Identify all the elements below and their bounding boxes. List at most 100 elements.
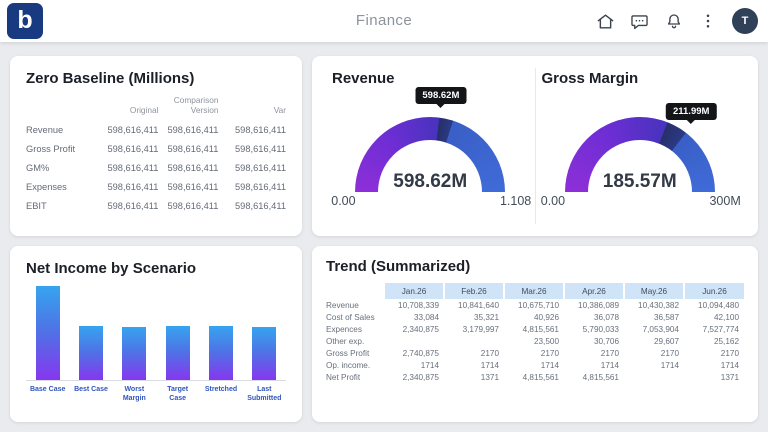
row-label: Expences xyxy=(326,323,384,335)
row-label: Expenses xyxy=(26,177,91,196)
cell-value: 598,616,411 xyxy=(158,177,218,196)
cell-value: 2170 xyxy=(684,347,744,359)
table-row: GM%598,616,411598,616,411598,616,411 xyxy=(26,158,286,177)
cell-value: 1371 xyxy=(444,371,504,383)
user-avatar[interactable]: T xyxy=(732,8,758,34)
scenario-bar[interactable] xyxy=(36,286,60,380)
bar-label: Base Case xyxy=(26,386,69,404)
bar-label: Last Submitted xyxy=(243,386,286,404)
cell-value: 3,179,997 xyxy=(444,323,504,335)
blank-header xyxy=(26,93,91,120)
cell-value: 598,616,411 xyxy=(218,177,286,196)
table-row: Expenses598,616,411598,616,411598,616,41… xyxy=(26,177,286,196)
row-label: Revenue xyxy=(26,120,91,139)
cell-value: 10,708,339 xyxy=(384,299,444,311)
cell-value: 7,527,774 xyxy=(684,323,744,335)
cell-value: 2,340,875 xyxy=(384,323,444,335)
row-label: GM% xyxy=(26,158,91,177)
row-label: Op. income. xyxy=(326,359,384,371)
cell-value: 598,616,411 xyxy=(91,120,159,139)
revenue-gauge-max: 1.108 xyxy=(500,194,531,208)
cell-value: 598,616,411 xyxy=(91,158,159,177)
row-label: EBIT xyxy=(26,196,91,215)
gross-margin-gauge-value: 185.57M xyxy=(565,171,715,193)
table-row: Gross Profit598,616,411598,616,411598,61… xyxy=(26,139,286,158)
table-row: Revenue10,708,33910,841,64010,675,71010,… xyxy=(326,299,744,311)
cell-value: 35,321 xyxy=(444,311,504,323)
scenario-bar[interactable] xyxy=(79,326,103,380)
table-row: Net Profit2,340,87513714,815,5614,815,56… xyxy=(326,371,744,383)
gauges-card: Revenue 598.62M 0.00 1.108 598.62M Gross… xyxy=(312,56,758,236)
cell-value: 598,616,411 xyxy=(218,120,286,139)
trend-table: Jan.26Feb.26Mar.26Apr.26May.26Jun.26 Rev… xyxy=(326,283,744,383)
scenario-bar-chart xyxy=(26,285,286,381)
top-bar: b Finance T xyxy=(0,0,768,42)
cell-value: 1714 xyxy=(624,359,684,371)
board-logo[interactable]: b xyxy=(7,3,43,39)
row-label: Cost of Sales xyxy=(326,311,384,323)
zero-baseline-header-row: Original Comparison Version Var xyxy=(26,93,286,120)
revenue-gauge-tooltip: 598.62M xyxy=(415,87,466,104)
month-column-header: Jan.26 xyxy=(384,283,444,299)
table-row: EBIT598,616,411598,616,411598,616,411 xyxy=(26,196,286,215)
gross-margin-gauge-panel: Gross Margin 185.57M 0.00 300M 211.99M xyxy=(535,68,745,224)
cell-value: 598,616,411 xyxy=(218,196,286,215)
cell-value: 36,587 xyxy=(624,311,684,323)
blank-header xyxy=(326,283,384,299)
bar-cell xyxy=(243,327,286,380)
cell-value xyxy=(624,371,684,383)
cell-value xyxy=(384,335,444,347)
kebab-menu-icon[interactable] xyxy=(698,12,717,31)
cell-value: 2,740,875 xyxy=(384,347,444,359)
home-icon[interactable] xyxy=(596,12,615,31)
cell-value: 23,500 xyxy=(504,335,564,347)
revenue-gauge-value: 598.62M xyxy=(355,171,505,193)
cell-value: 4,815,561 xyxy=(504,323,564,335)
revenue-gauge-title: Revenue xyxy=(332,70,529,87)
cell-value: 598,616,411 xyxy=(158,158,218,177)
bar-cell xyxy=(26,286,69,380)
bar-cell xyxy=(199,326,242,380)
cell-value: 10,430,382 xyxy=(624,299,684,311)
scenario-bar[interactable] xyxy=(252,327,276,380)
zero-baseline-title: Zero Baseline (Millions) xyxy=(26,70,286,87)
revenue-gauge-min: 0.00 xyxy=(331,194,355,208)
row-label: Net Profit xyxy=(326,371,384,383)
cell-value: 33,084 xyxy=(384,311,444,323)
cell-value: 598,616,411 xyxy=(218,139,286,158)
cell-value: 29,607 xyxy=(624,335,684,347)
month-column-header: Apr.26 xyxy=(564,283,624,299)
scenario-bar[interactable] xyxy=(209,326,233,380)
table-row: Expences2,340,8753,179,9974,815,5615,790… xyxy=(326,323,744,335)
bell-icon[interactable] xyxy=(664,12,683,31)
scenario-axis-labels: Base CaseBest CaseWorst MarginTarget Cas… xyxy=(26,386,286,404)
cell-value: 598,616,411 xyxy=(91,177,159,196)
cell-value: 1714 xyxy=(564,359,624,371)
table-row: Op. income.171417141714171417141714 xyxy=(326,359,744,371)
cell-value: 2170 xyxy=(624,347,684,359)
cell-value: 42,100 xyxy=(684,311,744,323)
cell-value: 598,616,411 xyxy=(91,139,159,158)
topbar-actions: T xyxy=(596,0,758,42)
cell-value: 598,616,411 xyxy=(158,120,218,139)
month-column-header: May.26 xyxy=(624,283,684,299)
revenue-gauge-panel: Revenue 598.62M 0.00 1.108 598.62M xyxy=(326,68,535,224)
cell-value: 2170 xyxy=(564,347,624,359)
table-row: Gross Profit2,740,8752170217021702170217… xyxy=(326,347,744,359)
row-label: Other exp. xyxy=(326,335,384,347)
gross-margin-gauge-max: 300M xyxy=(709,194,740,208)
month-column-header: Mar.26 xyxy=(504,283,564,299)
cell-value: 2,340,875 xyxy=(384,371,444,383)
scenario-bar[interactable] xyxy=(166,326,190,380)
col-original: Original xyxy=(91,93,159,120)
col-comparison-version: Comparison Version xyxy=(158,93,218,120)
chat-icon[interactable] xyxy=(630,12,649,31)
bar-label: Target Case xyxy=(156,386,199,404)
revenue-gauge: 598.62M 0.00 1.108 598.62M xyxy=(355,117,505,192)
cell-value: 10,841,640 xyxy=(444,299,504,311)
scenario-bar[interactable] xyxy=(122,327,146,380)
cell-value: 5,790,033 xyxy=(564,323,624,335)
row-label: Revenue xyxy=(326,299,384,311)
table-row: Cost of Sales33,08435,32140,92636,07836,… xyxy=(326,311,744,323)
trend-title: Trend (Summarized) xyxy=(326,258,744,275)
